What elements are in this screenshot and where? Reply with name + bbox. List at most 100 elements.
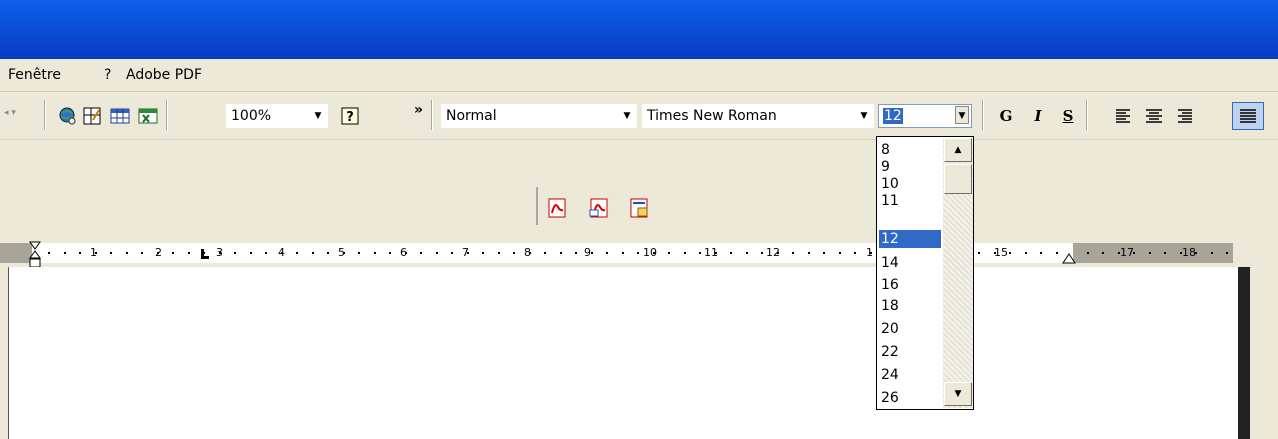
list-item-selected[interactable]: 12 xyxy=(879,230,941,248)
edit-frame-icon[interactable] xyxy=(82,106,102,126)
ruler-tick xyxy=(1149,252,1151,254)
right-indent-marker-icon[interactable] xyxy=(1062,253,1076,265)
ruler-tick xyxy=(1009,252,1011,254)
align-right-icon[interactable] xyxy=(1174,106,1194,126)
toolbar-separator xyxy=(166,100,168,130)
ruler-tick xyxy=(808,252,810,254)
ruler-number: 9 xyxy=(584,246,591,259)
ruler-tick xyxy=(203,252,205,254)
ruler-tick xyxy=(668,252,670,254)
tab-stop-icon[interactable] xyxy=(201,249,209,259)
font-size-combo[interactable]: 12 ▼ xyxy=(878,104,972,128)
page-shadow xyxy=(1238,267,1250,439)
ruler-tick xyxy=(978,252,980,254)
ruler-tick xyxy=(110,252,112,254)
style-combo[interactable]: Normal ▼ xyxy=(441,104,637,128)
ruler-tick xyxy=(188,252,190,254)
ruler-tick xyxy=(265,252,267,254)
ruler-tick xyxy=(823,252,825,254)
ruler-tick xyxy=(1056,252,1058,254)
ruler-tick xyxy=(1133,252,1135,254)
chevron-down-icon[interactable]: ▼ xyxy=(311,107,325,125)
svg-text:?: ? xyxy=(346,110,354,125)
ruler-tick xyxy=(839,252,841,254)
ruler-tick xyxy=(1040,252,1042,254)
ruler-tick xyxy=(405,252,407,254)
ruler-tick xyxy=(312,252,314,254)
toolbar-separator xyxy=(431,100,433,130)
ruler-tick xyxy=(451,252,453,254)
ruler-tick xyxy=(250,252,252,254)
indent-marker-icon[interactable] xyxy=(28,241,42,269)
ruler-tick xyxy=(358,252,360,254)
toolbar-separator xyxy=(44,100,46,130)
pdf-email-icon[interactable] xyxy=(588,197,610,219)
list-item[interactable]: 16 xyxy=(879,276,941,294)
ruler-tick xyxy=(854,252,856,254)
ruler-tick xyxy=(343,252,345,254)
align-justify-icon xyxy=(1240,109,1256,123)
table-icon[interactable] xyxy=(110,106,130,126)
list-item[interactable]: 10 xyxy=(879,175,941,193)
menu-item-fenetre[interactable]: Fenêtre xyxy=(8,67,61,83)
scroll-down-icon[interactable]: ▼ xyxy=(944,382,972,406)
list-item[interactable]: 9 xyxy=(879,158,941,176)
toolbar-separator xyxy=(982,100,984,130)
pdf-convert-icon[interactable] xyxy=(546,197,568,219)
ruler-tick xyxy=(389,252,391,254)
ruler-tick xyxy=(591,252,593,254)
ruler-tick xyxy=(699,252,701,254)
title-bar xyxy=(0,0,1278,59)
list-item[interactable]: 26 xyxy=(879,389,941,407)
toolbar-overflow-icon[interactable]: » xyxy=(414,102,423,118)
bold-button[interactable]: G xyxy=(994,104,1018,128)
chevron-down-icon[interactable]: ▼ xyxy=(857,107,871,125)
list-item[interactable]: 24 xyxy=(879,366,941,384)
excel-sheet-icon[interactable] xyxy=(138,106,158,126)
ruler-tick xyxy=(234,252,236,254)
horizontal-ruler[interactable]: 1 2 3 4 5 6 7 8 9 10 11 12 1 15 17 18 xyxy=(0,237,1278,269)
ruler-tick xyxy=(606,252,608,254)
list-item[interactable]: 22 xyxy=(879,343,941,361)
ruler-tick xyxy=(219,252,221,254)
align-left-icon[interactable] xyxy=(1114,106,1134,126)
dropdown-scrollbar[interactable]: ▲ ▼ xyxy=(943,138,973,408)
ruler-tick xyxy=(746,252,748,254)
ruler-tick xyxy=(544,252,546,254)
align-center-icon[interactable] xyxy=(1144,106,1164,126)
ruler-tick xyxy=(157,252,159,254)
ruler-tick xyxy=(467,252,469,254)
menu-item-adobe-pdf[interactable]: Adobe PDF xyxy=(126,67,202,83)
list-item[interactable]: 14 xyxy=(879,254,941,272)
ruler-tick xyxy=(95,252,97,254)
scroll-thumb[interactable] xyxy=(944,164,972,194)
list-item[interactable]: 11 xyxy=(879,192,941,210)
chevron-down-icon[interactable]: ▼ xyxy=(620,107,634,125)
document-page[interactable] xyxy=(8,267,1238,439)
ruler-tick xyxy=(575,252,577,254)
justify-button[interactable] xyxy=(1232,102,1264,130)
ruler-tick xyxy=(560,252,562,254)
toolbar-scroll-left-icon[interactable]: ◂ ▾ xyxy=(4,108,16,118)
list-item[interactable]: 8 xyxy=(879,141,941,159)
help-icon[interactable]: ? xyxy=(340,106,360,126)
zoom-combo[interactable]: 100% ▼ xyxy=(226,104,328,128)
chevron-down-icon[interactable]: ▼ xyxy=(955,106,969,124)
ruler-tick xyxy=(1118,252,1120,254)
scroll-up-icon[interactable]: ▲ xyxy=(944,138,972,162)
font-size-value[interactable]: 12 xyxy=(883,108,903,124)
web-globe-icon[interactable] xyxy=(58,106,78,126)
ruler-tick xyxy=(730,252,732,254)
pdf-toolbar xyxy=(536,187,668,225)
font-combo[interactable]: Times New Roman ▼ xyxy=(642,104,874,128)
menu-item-help[interactable]: ? xyxy=(104,67,111,83)
font-value: Times New Roman xyxy=(647,108,777,124)
pdf-review-icon[interactable] xyxy=(628,197,650,219)
ruler-tick xyxy=(374,252,376,254)
list-item[interactable]: 20 xyxy=(879,320,941,338)
ruler-tick xyxy=(1102,252,1104,254)
italic-button[interactable]: I xyxy=(1026,104,1050,128)
ruler-tick xyxy=(994,252,996,254)
list-item[interactable]: 18 xyxy=(879,297,941,315)
underline-button[interactable]: S xyxy=(1056,104,1080,128)
